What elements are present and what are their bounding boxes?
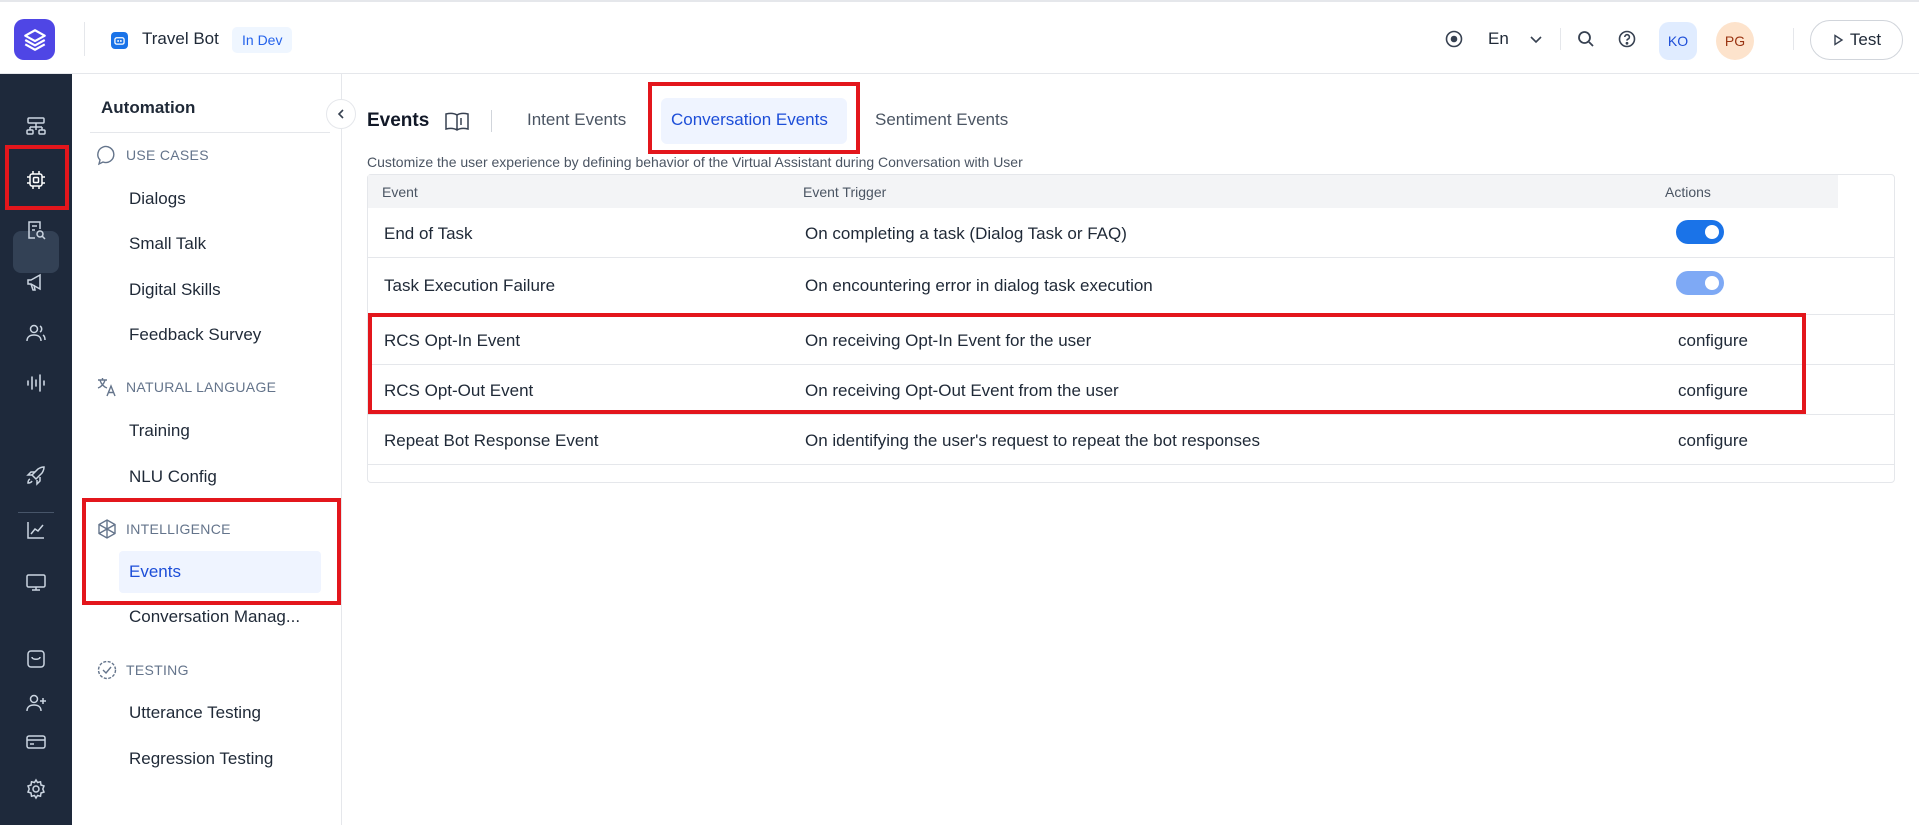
topbar-divider: [84, 22, 85, 56]
settings-icon[interactable]: [21, 774, 51, 804]
table-row: RCS Opt-In Event On receiving Opt-In Eve…: [368, 315, 1894, 365]
configure-link[interactable]: configure: [1678, 381, 1748, 401]
section-use-cases: USE CASES: [96, 144, 209, 166]
search-icon[interactable]: [1575, 28, 1597, 50]
event-toggle[interactable]: [1676, 220, 1724, 244]
section-intelligence: INTELLIGENCE: [96, 518, 231, 540]
section-label: INTELLIGENCE: [126, 521, 231, 537]
configure-link[interactable]: configure: [1678, 431, 1748, 451]
topbar-separator: [1560, 28, 1561, 50]
section-testing: TESTING: [96, 659, 189, 681]
monitor-icon[interactable]: [21, 567, 51, 597]
event-name: RCS Opt-In Event: [384, 331, 521, 350]
event-toggle-disabled[interactable]: [1676, 271, 1724, 295]
events-table: Event Event Trigger Actions End of Task …: [367, 174, 1895, 483]
table-header: Event Event Trigger Actions: [368, 175, 1838, 208]
sidebar-item-small-talk[interactable]: Small Talk: [129, 234, 206, 254]
column-header-trigger: Event Trigger: [803, 184, 887, 200]
left-rail: [0, 74, 72, 825]
section-label: NATURAL LANGUAGE: [126, 379, 277, 395]
section-natural-language: NATURAL LANGUAGE: [96, 376, 276, 398]
table-row: RCS Opt-Out Event On receiving Opt-Out E…: [368, 365, 1894, 415]
chevron-down-icon[interactable]: [1525, 28, 1547, 50]
table-row: End of Task On completing a task (Dialog…: [368, 208, 1894, 258]
sidebar-title: Automation: [101, 98, 196, 117]
column-header-actions: Actions: [1665, 184, 1711, 200]
event-trigger: On receiving Opt-Out Event from the user: [805, 381, 1119, 400]
event-trigger: On encountering error in dialog task exe…: [805, 276, 1153, 295]
language-select[interactable]: En: [1488, 29, 1509, 49]
search-doc-icon[interactable]: [21, 215, 51, 245]
sidebar-item-dialogs[interactable]: Dialogs: [129, 189, 186, 209]
sidebar-item-feedback-survey[interactable]: Feedback Survey: [129, 325, 261, 345]
add-user-icon[interactable]: [21, 688, 51, 718]
bot-status-badge: In Dev: [232, 27, 293, 53]
page-title: Events: [367, 110, 430, 131]
configure-link[interactable]: configure: [1678, 331, 1748, 351]
table-row: Repeat Bot Response Event On identifying…: [368, 415, 1894, 465]
section-label: TESTING: [126, 662, 189, 678]
bot-name[interactable]: Travel Bot: [142, 29, 219, 49]
rocket-icon[interactable]: [21, 461, 51, 491]
sidebar-item-digital-skills[interactable]: Digital Skills: [129, 280, 221, 300]
automation-icon[interactable]: [21, 165, 51, 195]
toggle-knob: [1705, 276, 1719, 290]
translate-icon: [96, 376, 118, 398]
sidebar-item-regression-testing[interactable]: Regression Testing: [129, 749, 273, 769]
analytics-icon[interactable]: [21, 515, 51, 545]
flow-icon[interactable]: [21, 111, 51, 141]
sidebar-item-conversation-management[interactable]: Conversation Manag...: [129, 607, 300, 627]
event-name: End of Task: [384, 224, 473, 243]
check-circle-icon: [96, 659, 118, 681]
sidebar-item-events[interactable]: Events: [129, 562, 181, 582]
main-content: Events Intent Events Conversation Events…: [343, 74, 1919, 825]
event-trigger: On identifying the user's request to rep…: [805, 431, 1260, 450]
event-trigger: On receiving Opt-In Event for the user: [805, 331, 1092, 350]
tab-sentiment-events[interactable]: Sentiment Events: [875, 110, 1008, 130]
sidebar-item-utterance-testing[interactable]: Utterance Testing: [129, 703, 261, 723]
tab-intent-events[interactable]: Intent Events: [527, 110, 626, 130]
megaphone-icon[interactable]: [21, 267, 51, 297]
sidebar-item-training[interactable]: Training: [129, 421, 190, 441]
toggle-knob: [1705, 225, 1719, 239]
avatar-ko[interactable]: KO: [1659, 22, 1697, 60]
voice-icon[interactable]: [21, 368, 51, 398]
topbar-separator: [1793, 28, 1794, 50]
title-separator: [491, 110, 492, 132]
event-trigger: On completing a task (Dialog Task or FAQ…: [805, 224, 1127, 243]
intelligence-icon: [96, 518, 118, 540]
tab-conversation-events[interactable]: Conversation Events: [671, 110, 828, 130]
test-button-label: Test: [1849, 30, 1882, 49]
column-header-event: Event: [382, 184, 418, 200]
page-description: Customize the user experience by definin…: [367, 154, 1023, 170]
avatar-pg[interactable]: PG: [1716, 22, 1754, 60]
bot-icon: [111, 32, 128, 49]
chat-bubble-icon: [96, 144, 118, 166]
sidebar-item-nlu-config[interactable]: NLU Config: [129, 467, 217, 487]
play-icon: [1834, 34, 1844, 46]
help-icon[interactable]: [1616, 28, 1638, 50]
test-button[interactable]: Test: [1810, 20, 1903, 60]
event-name: Repeat Bot Response Event: [384, 431, 599, 450]
users-icon[interactable]: [21, 318, 51, 348]
billing-icon[interactable]: [21, 727, 51, 757]
automation-sidebar: Automation USE CASES Dialogs Small Talk …: [72, 74, 342, 825]
rail-separator: [18, 512, 54, 513]
inbox-icon[interactable]: [21, 644, 51, 674]
event-name: RCS Opt-Out Event: [384, 381, 534, 400]
event-name: Task Execution Failure: [384, 276, 556, 295]
section-label: USE CASES: [126, 147, 209, 163]
book-icon[interactable]: [444, 110, 470, 134]
target-icon[interactable]: [1443, 28, 1465, 50]
top-bar: Travel Bot In Dev En KO PG Test: [0, 0, 1919, 74]
table-row: Task Execution Failure On encountering e…: [368, 258, 1894, 315]
app-logo-icon[interactable]: [14, 19, 55, 60]
sidebar-divider: [90, 132, 330, 133]
